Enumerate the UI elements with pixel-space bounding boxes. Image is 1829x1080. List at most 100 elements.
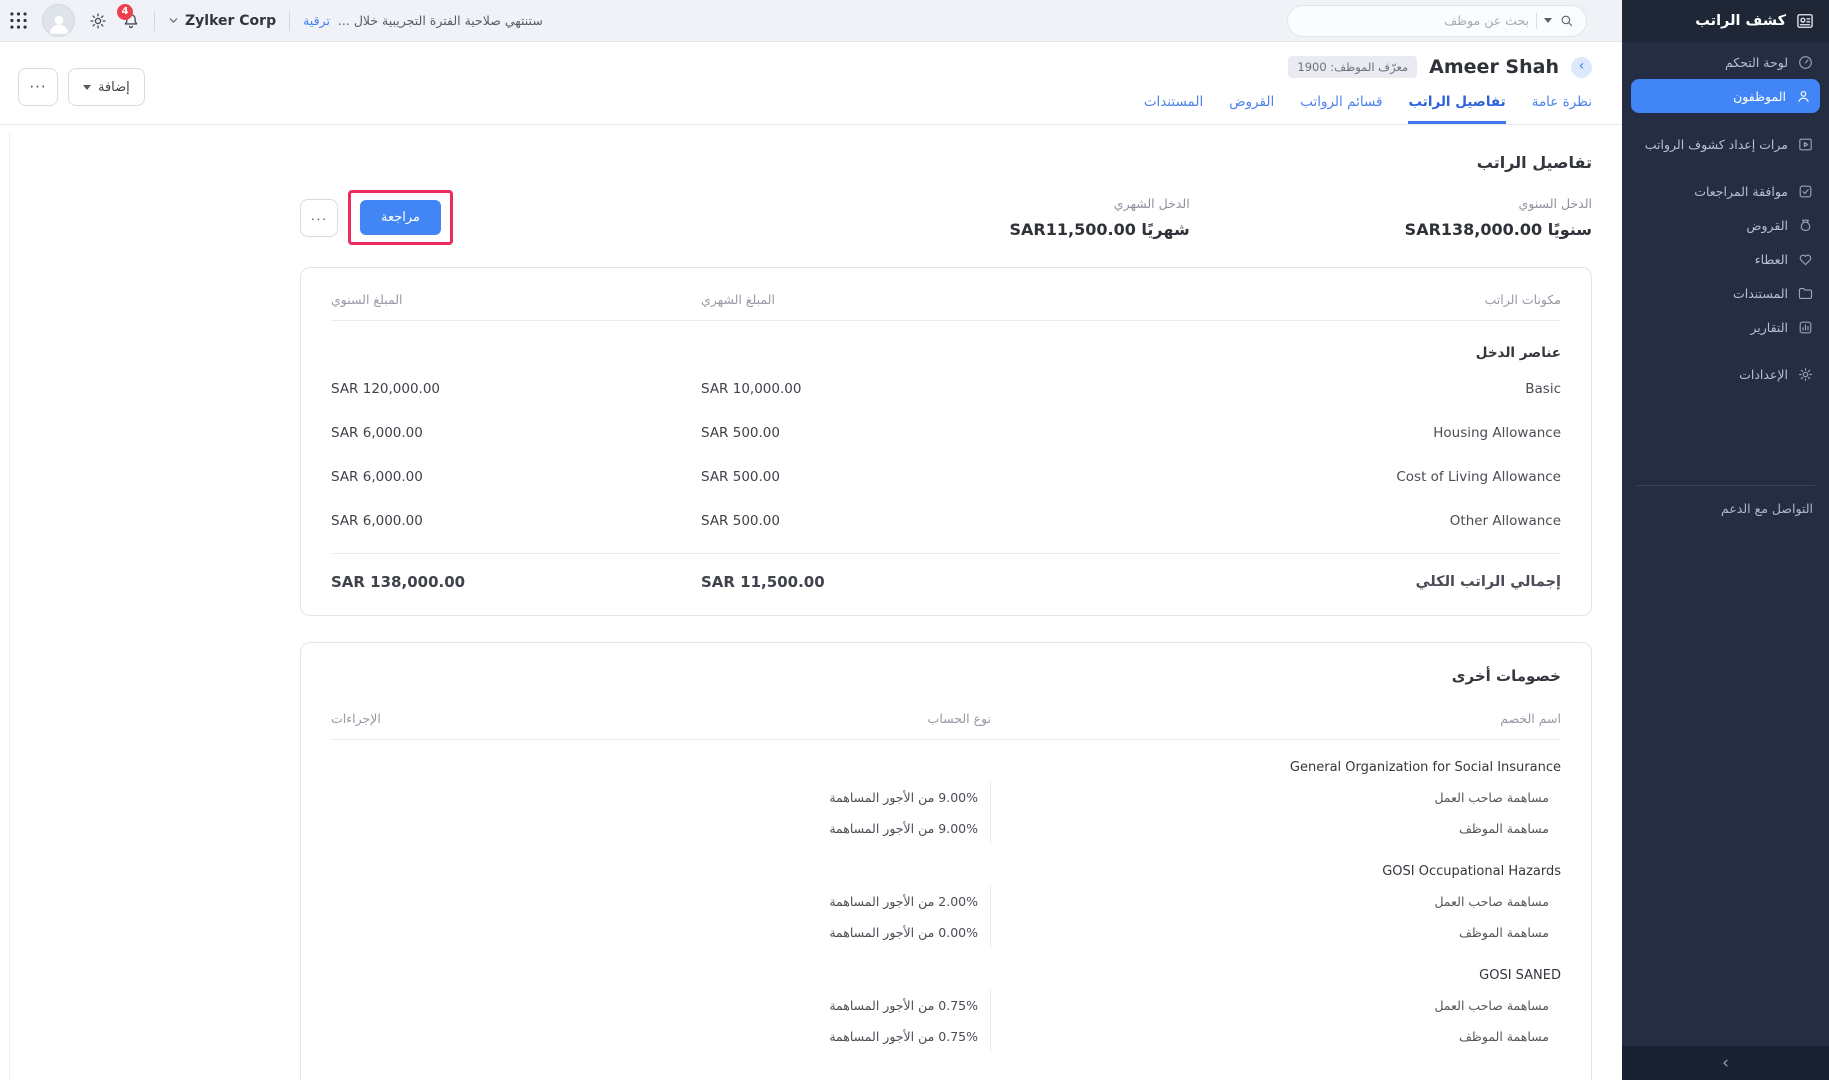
heart-icon — [1797, 251, 1814, 268]
col-annual: المبلغ السنوي — [331, 292, 701, 307]
topbar: 4 Zylker Corp ستنتهي صلاحية الفترة التجر… — [0, 0, 1622, 42]
reports-icon — [1797, 319, 1814, 336]
col-component: مكونات الراتب — [1071, 292, 1561, 307]
search-scope-caret-icon[interactable] — [1544, 18, 1552, 23]
deduction-group: GOSI Occupational Hazards مساهمة صاحب ال… — [331, 848, 1561, 948]
notification-count-badge: 4 — [117, 4, 133, 20]
search-input[interactable] — [1359, 13, 1529, 28]
employee-search[interactable] — [1287, 5, 1587, 37]
monthly-income-label: الدخل الشهري — [1010, 196, 1190, 211]
deductions-title: خصومات أخرى — [331, 643, 1561, 685]
deduction-row: مساهمة صاحب العمل 9.00% من الأجور المساه… — [331, 782, 1561, 813]
deduction-group-name: GOSI SANED — [331, 952, 1561, 990]
avatar-person-icon — [46, 11, 72, 37]
chevron-collapse-icon: › — [1722, 1053, 1729, 1073]
col-monthly: المبلغ الشهري — [701, 292, 1071, 307]
salary-details-content: تفاصيل الراتب الدخل السنوي SAR138,000.00… — [300, 153, 1592, 1080]
sidebar: كشف الراتب لوحة التحكم الموظفون مرات إعد… — [1622, 0, 1829, 1080]
sidebar-item-payruns[interactable]: مرات إعداد كشوف الرواتب — [1622, 127, 1829, 161]
sidebar-item-loans[interactable]: القروض — [1622, 208, 1829, 242]
salary-more-button[interactable]: ··· — [300, 199, 338, 237]
monthly-income-value: SAR11,500.00 شهريًا — [1010, 220, 1190, 239]
apps-grid-button[interactable] — [8, 10, 29, 31]
folder-icon — [1797, 285, 1814, 302]
grid-icon — [8, 10, 29, 31]
sidebar-item-dashboard[interactable]: لوحة التحكم — [1622, 45, 1829, 79]
review-actions: مراجعة ··· — [300, 190, 453, 245]
tab-loans[interactable]: القروض — [1229, 94, 1274, 124]
gear-icon — [88, 11, 108, 31]
salary-components-card: مكونات الراتب المبلغ الشهري المبلغ السنو… — [300, 267, 1592, 616]
employee-page: › Ameer Shah معرّف الموظف: 1900 ··· إضاف… — [0, 42, 1622, 1080]
chevron-right-icon: › — [1579, 58, 1585, 74]
trial-message: ستنتهي صلاحية الفترة التجريبية خلال ... — [338, 13, 543, 28]
page-header: › Ameer Shah معرّف الموظف: 1900 ··· إضاف… — [0, 42, 1622, 125]
sidebar-item-giving[interactable]: العطاء — [1622, 242, 1829, 276]
sidebar-item-employees[interactable]: الموظفون — [1631, 79, 1820, 113]
sidebar-nav: لوحة التحكم الموظفون مرات إعداد كشوف الر… — [1622, 42, 1829, 531]
deduction-row: مساهمة صاحب العمل 2.00% من الأجور المساه… — [331, 886, 1561, 917]
app-title-bar: كشف الراتب — [1622, 0, 1829, 42]
org-name: Zylker Corp — [185, 13, 276, 29]
table-row: Housing Allowance SAR 500.00 SAR 6,000.0… — [331, 411, 1561, 455]
payruns-icon — [1797, 136, 1814, 153]
income-summary-row: الدخل السنوي SAR138,000.00 سنويًا الدخل … — [300, 190, 1592, 245]
page-left-rule — [9, 133, 10, 1080]
annual-income-value: SAR138,000.00 سنويًا — [1405, 220, 1592, 239]
deduction-row: مساهمة الموظف 0.75% من الأجور المساهمة — [331, 1021, 1561, 1052]
topbar-left-cluster: 4 Zylker Corp ستنتهي صلاحية الفترة التجر… — [8, 4, 543, 37]
deductions-table-header: اسم الخصم نوع الحساب الإجراءات — [331, 685, 1561, 740]
table-row: Cost of Living Allowance SAR 500.00 SAR … — [331, 455, 1561, 499]
deduction-group: GOSI SANED مساهمة صاحب العمل 0.75% من ال… — [331, 952, 1561, 1052]
components-table-header: مكونات الراتب المبلغ الشهري المبلغ السنو… — [331, 268, 1561, 321]
monthly-income-block: الدخل الشهري SAR11,500.00 شهريًا — [1010, 196, 1190, 239]
settings-gear-button[interactable] — [88, 11, 108, 31]
app-title: كشف الراتب — [1695, 13, 1786, 29]
review-button[interactable]: مراجعة — [360, 200, 441, 235]
search-icon[interactable] — [1559, 13, 1574, 28]
search-divider — [1536, 13, 1537, 29]
sidebar-collapse-button[interactable]: › — [1622, 1046, 1829, 1080]
sidebar-item-approvals[interactable]: موافقة المراجعات — [1622, 174, 1829, 208]
tab-salary-details[interactable]: تفاصيل الراتب — [1408, 94, 1505, 124]
employee-name: Ameer Shah — [1429, 56, 1559, 78]
payroll-app-icon — [1795, 11, 1815, 31]
approvals-icon — [1797, 183, 1814, 200]
col-actions: الإجراءات — [331, 711, 621, 726]
page-more-button[interactable]: ··· — [18, 68, 58, 106]
deduction-row: مساهمة صاحب العمل 0.75% من الأجور المساه… — [331, 990, 1561, 1021]
deduction-group-name: GOSI Occupational Hazards — [331, 848, 1561, 886]
annual-income-block: الدخل السنوي SAR138,000.00 سنويًا — [1405, 196, 1592, 239]
back-to-list-button[interactable]: › — [1571, 57, 1592, 78]
loans-icon — [1797, 217, 1814, 234]
sidebar-item-reports[interactable]: التقارير — [1622, 310, 1829, 344]
employee-header-row: › Ameer Shah معرّف الموظف: 1900 — [0, 56, 1622, 78]
user-avatar[interactable] — [42, 4, 75, 37]
topbar-divider — [154, 11, 155, 31]
gear-icon — [1797, 366, 1814, 383]
main-area: 4 Zylker Corp ستنتهي صلاحية الفترة التجر… — [0, 0, 1622, 1080]
contact-support-link[interactable]: التواصل مع الدعم — [1622, 486, 1829, 531]
income-summary: الدخل السنوي SAR138,000.00 سنويًا الدخل … — [1010, 196, 1592, 239]
org-selector[interactable]: Zylker Corp — [168, 13, 276, 29]
tab-documents[interactable]: المستندات — [1144, 94, 1203, 124]
deduction-row: مساهمة الموظف 9.00% من الأجور المساهمة — [331, 813, 1561, 844]
sidebar-item-settings[interactable]: الإعدادات — [1622, 357, 1829, 391]
upgrade-link[interactable]: ترقية — [303, 13, 330, 28]
tab-overview[interactable]: نظرة عامة — [1532, 94, 1592, 124]
table-row: Other Allowance SAR 500.00 SAR 6,000.00 — [331, 499, 1561, 543]
col-deduction-name: اسم الخصم — [991, 711, 1561, 726]
section-title: تفاصيل الراتب — [300, 153, 1592, 172]
add-button[interactable]: إضافة — [68, 68, 145, 106]
employee-tabs: نظرة عامة تفاصيل الراتب قسائم الرواتب ال… — [0, 78, 1622, 125]
deduction-group: General Organization for Social Insuranc… — [331, 744, 1561, 844]
annual-income-label: الدخل السنوي — [1405, 196, 1592, 211]
earnings-group-label: عناصر الدخل — [331, 321, 1561, 367]
employee-id-badge: معرّف الموظف: 1900 — [1288, 56, 1417, 78]
caret-down-icon — [83, 85, 91, 90]
tab-payslips[interactable]: قسائم الرواتب — [1300, 94, 1382, 124]
topbar-divider — [289, 11, 290, 31]
sidebar-item-documents[interactable]: المستندات — [1622, 276, 1829, 310]
deduction-group-name: General Organization for Social Insuranc… — [331, 744, 1561, 782]
col-account-type: نوع الحساب — [621, 711, 991, 726]
